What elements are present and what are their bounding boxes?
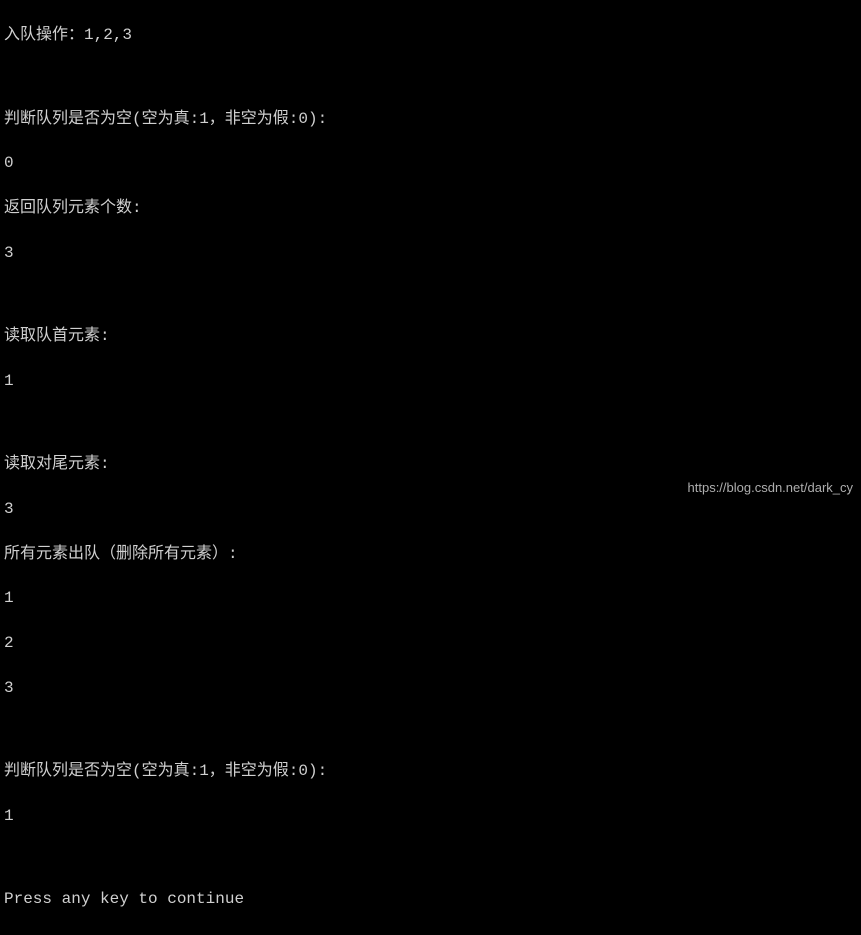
console-line: 3 xyxy=(4,677,857,699)
console-line xyxy=(4,415,857,431)
console-line: 3 xyxy=(4,242,857,264)
console-line: 1 xyxy=(4,587,857,609)
console-line: Press any key to continue xyxy=(4,888,857,910)
console-line: 0 xyxy=(4,152,857,174)
console-line: 判断队列是否为空(空为真:1，非空为假:0): xyxy=(4,760,857,782)
console-line: 返回队列元素个数: xyxy=(4,197,857,219)
console-line xyxy=(4,69,857,85)
console-line xyxy=(4,287,857,303)
console-line xyxy=(4,850,857,866)
console-line: 1 xyxy=(4,370,857,392)
console-line: 所有元素出队（删除所有元素）: xyxy=(4,543,857,565)
console-line: 读取对尾元素: xyxy=(4,453,857,475)
watermark-text: https://blog.csdn.net/dark_cy xyxy=(688,479,853,497)
console-line: 判断队列是否为空(空为真:1，非空为假:0): xyxy=(4,108,857,130)
console-output: 入队操作：1,2,3 判断队列是否为空(空为真:1，非空为假:0): 0 返回队… xyxy=(0,0,861,935)
console-line: 3 xyxy=(4,498,857,520)
console-line: 读取队首元素: xyxy=(4,325,857,347)
console-line xyxy=(4,722,857,738)
console-line: 2 xyxy=(4,632,857,654)
console-line: 入队操作：1,2,3 xyxy=(4,24,857,46)
console-line: 1 xyxy=(4,805,857,827)
